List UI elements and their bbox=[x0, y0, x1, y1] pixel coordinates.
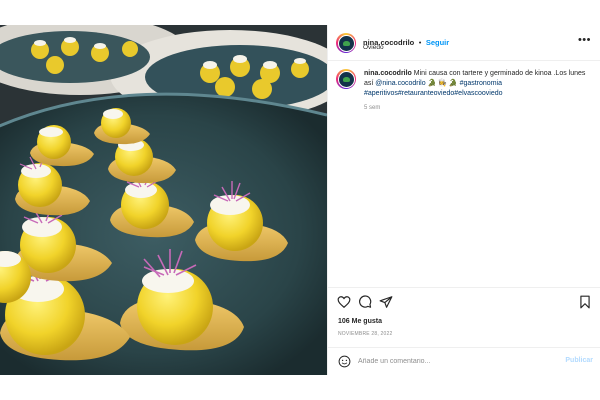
caption-avatar[interactable] bbox=[336, 69, 356, 89]
location-link[interactable]: Oviedo bbox=[363, 44, 384, 51]
post-photo[interactable] bbox=[0, 25, 327, 375]
more-options-icon[interactable]: ••• bbox=[578, 35, 591, 46]
share-icon[interactable] bbox=[379, 295, 393, 309]
separator-dot: • bbox=[418, 38, 422, 47]
post-details-panel: nina.cocodrilo • Seguir Oviedo ••• nina.… bbox=[327, 25, 600, 375]
likes-count[interactable]: 106 Me gusta bbox=[338, 318, 382, 325]
publish-button[interactable]: Publicar bbox=[565, 357, 593, 364]
comment-bar: Publicar bbox=[328, 347, 600, 375]
caption-emoji: 🐊 👩‍🍳 🐊 bbox=[427, 80, 458, 87]
caption-username[interactable]: nina.cocodrilo bbox=[364, 70, 412, 77]
post-header: nina.cocodrilo • Seguir Oviedo ••• bbox=[328, 25, 600, 61]
comment-icon[interactable] bbox=[358, 295, 372, 309]
user-avatar[interactable] bbox=[336, 33, 356, 53]
heart-icon[interactable] bbox=[337, 295, 351, 309]
food-photo-image bbox=[0, 25, 327, 375]
post-caption: nina.cocodrilo Mini causa con tartere y … bbox=[364, 69, 592, 99]
bookmark-icon[interactable] bbox=[578, 295, 592, 309]
emoji-icon[interactable] bbox=[338, 355, 351, 368]
action-bar bbox=[328, 287, 600, 315]
post-date: NOVIEMBRE 28, 2022 bbox=[338, 331, 393, 337]
time-ago: 5 sem bbox=[364, 105, 381, 111]
follow-button[interactable]: Seguir bbox=[426, 38, 449, 47]
caption-mention[interactable]: @nina.cocodrilo bbox=[375, 80, 425, 87]
comment-input[interactable] bbox=[358, 354, 548, 369]
